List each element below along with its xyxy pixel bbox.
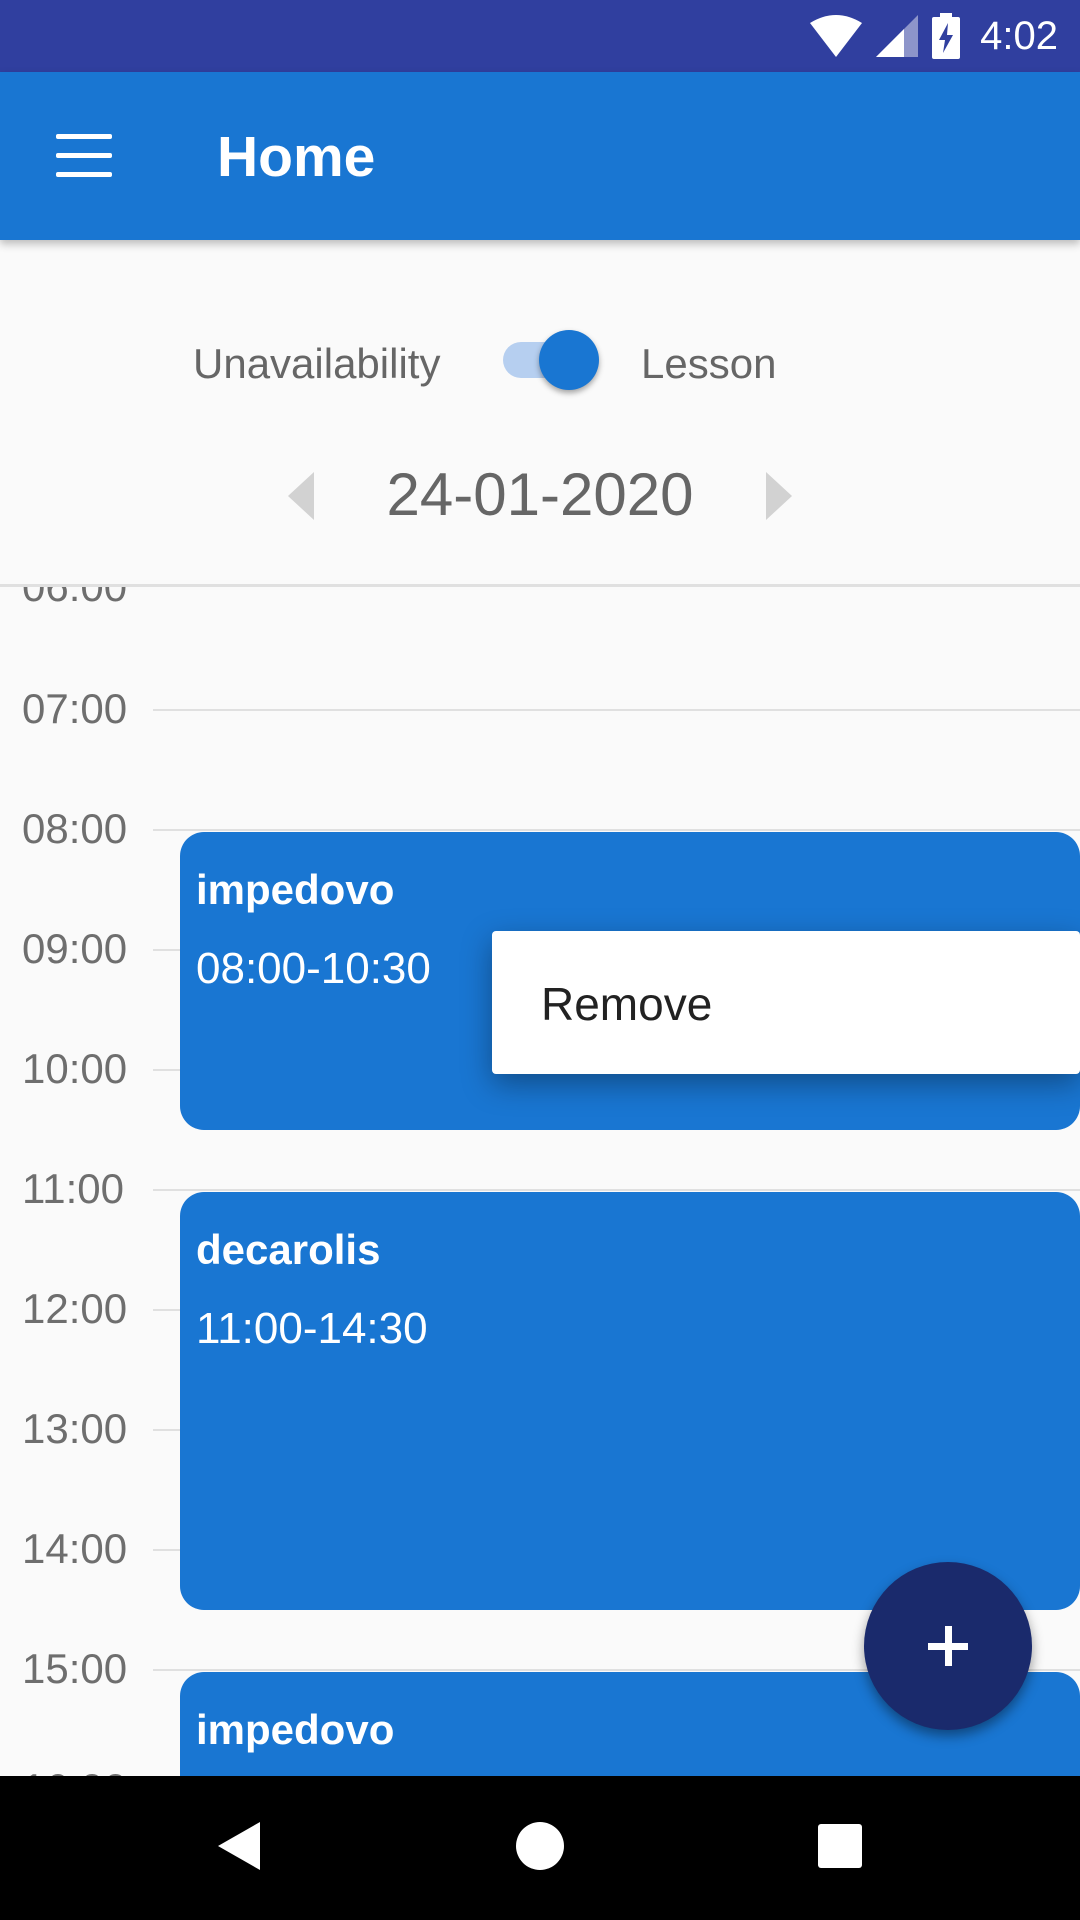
hour-label: 07:00: [22, 685, 128, 732]
next-day-arrow-icon[interactable]: [766, 472, 792, 520]
event-time: 11:00-14:30: [196, 1304, 428, 1353]
hour-line: [153, 829, 1080, 831]
hour-line: [153, 1189, 1080, 1191]
event-context-menu: Remove: [492, 931, 1080, 1074]
hour-line: [153, 709, 1080, 711]
home-icon[interactable]: [516, 1822, 564, 1870]
mode-switch[interactable]: [503, 330, 599, 390]
hour-label: 13:00: [22, 1405, 128, 1452]
lesson-label: Lesson: [641, 340, 777, 387]
date-navigator: 24-01-2020: [0, 450, 1080, 540]
add-event-button[interactable]: [864, 1562, 1032, 1730]
hour-label: 11:00: [22, 1165, 124, 1212]
battery-charging-icon: [932, 13, 961, 59]
previous-day-arrow-icon[interactable]: [288, 472, 314, 520]
hour-label: 08:00: [22, 805, 128, 852]
wifi-icon: [810, 15, 863, 57]
status-time: 4:02: [980, 13, 1058, 58]
event-card[interactable]: decarolis 11:00-14:30: [180, 1192, 1080, 1610]
remove-label: Remove: [541, 978, 713, 1030]
hour-label: 06:00: [22, 584, 128, 610]
hour-label: 12:00: [22, 1285, 128, 1332]
event-title: impedovo: [196, 866, 395, 913]
switch-thumb: [539, 330, 599, 390]
cell-signal-icon: [876, 15, 919, 57]
page-title: Home: [217, 125, 376, 189]
status-bar: 4:02: [0, 0, 1080, 72]
hour-label: 14:00: [22, 1525, 128, 1572]
unavailability-label: Unavailability: [193, 340, 441, 387]
recents-icon[interactable]: [818, 1824, 862, 1868]
system-navigation-bar: [0, 1776, 1080, 1920]
hamburger-menu-icon[interactable]: [56, 134, 112, 178]
event-title: impedovo: [196, 1706, 395, 1753]
event-time: 08:00-10:30: [196, 944, 431, 993]
hour-label: 15:00: [22, 1645, 128, 1692]
mode-toggle-row: Unavailability Lesson: [0, 300, 1080, 420]
current-date: 24-01-2020: [386, 461, 694, 528]
remove-menu-item[interactable]: Remove: [492, 931, 1080, 1074]
event-title: decarolis: [196, 1226, 381, 1273]
back-icon[interactable]: [218, 1822, 260, 1870]
hour-label: 10:00: [22, 1045, 128, 1092]
app-bar: Home: [0, 72, 1080, 240]
status-icons: 4:02: [810, 0, 1058, 72]
hour-label: 09:00: [22, 925, 128, 972]
